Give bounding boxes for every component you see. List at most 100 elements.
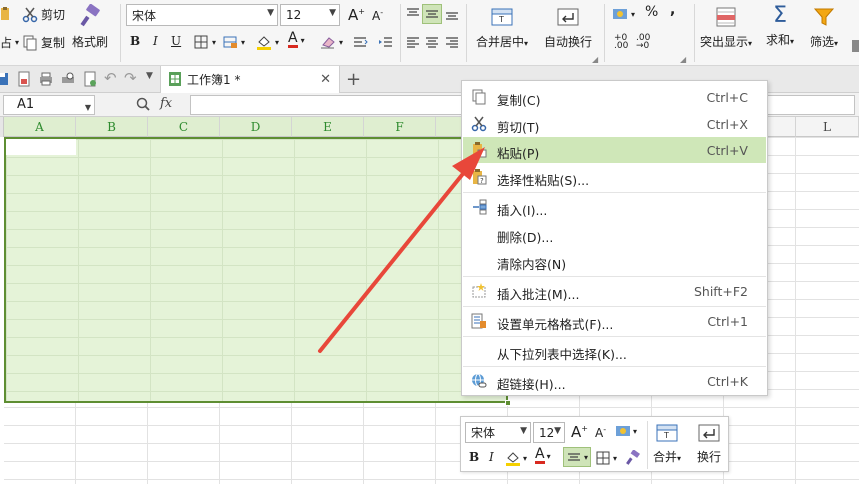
bold-button[interactable]: B [130, 34, 140, 48]
percent-button[interactable]: % [645, 4, 658, 20]
align-top-button[interactable] [405, 6, 421, 22]
cut-button[interactable]: 剪切 [22, 6, 65, 23]
alignment-dialog-launcher[interactable]: ◢ [592, 55, 598, 64]
mini-fill-color-button[interactable]: ▾ [505, 450, 527, 466]
active-cell[interactable] [6, 139, 76, 155]
mini-increase-font-button[interactable]: A+ [571, 423, 588, 441]
menu-item-copy[interactable]: 复制(C) Ctrl+C [463, 84, 766, 110]
document-icon[interactable] [82, 71, 98, 87]
currency-format-button[interactable]: ▾ [612, 6, 635, 22]
print-preview-icon[interactable] [60, 71, 76, 87]
mini-font-name-select[interactable]: 宋体 ▼ [465, 422, 531, 443]
fx-icon[interactable]: fx [160, 96, 172, 111]
menu-item-cut[interactable]: 剪切(T) Ctrl+X [463, 111, 766, 137]
font-color-button[interactable]: A ▾ [288, 30, 305, 48]
clear-format-button[interactable]: ▾ [320, 34, 343, 50]
print-icon[interactable] [38, 71, 54, 87]
menu-item-paste[interactable]: 粘贴(P) Ctrl+V [463, 137, 766, 163]
document-tab[interactable]: 工作簿1 * ✕ [160, 66, 340, 93]
thousands-button[interactable]: , [670, 2, 675, 18]
ribbon-toolbar: 占 ▾ 剪切 复制 格式刷 宋体 ▼ 12 ▼ A+ A- B I U ▾ ▾ … [0, 0, 859, 66]
paste-icon [471, 142, 487, 158]
mini-font-color-button[interactable]: A ▾ [535, 447, 551, 464]
align-left-button[interactable] [405, 34, 421, 50]
menu-item-clear-contents[interactable]: 清除内容(N) [463, 248, 766, 274]
underline-button[interactable]: U [171, 34, 181, 48]
merge-center-button[interactable]: T 合并居中▾ [476, 6, 528, 50]
new-tab-button[interactable]: + [346, 69, 361, 90]
mini-italic-button[interactable]: I [489, 450, 494, 464]
mini-borders-button[interactable]: ▾ [595, 450, 617, 466]
mini-decrease-font-button[interactable]: A- [595, 425, 606, 440]
menu-separator [463, 192, 766, 193]
menu-item-shortcut: Ctrl+K [707, 374, 748, 389]
mini-wrap-button[interactable]: 换行 [697, 422, 721, 465]
format-painter-label: 格式刷 [72, 35, 109, 49]
column-header[interactable]: L [796, 117, 859, 137]
redo-icon[interactable]: ↷ [124, 69, 137, 87]
font-name-select[interactable]: 宋体 ▼ [126, 4, 278, 26]
column-header[interactable]: A [4, 117, 76, 137]
menu-item-label: 插入(I)... [497, 203, 548, 218]
selected-range[interactable] [4, 137, 508, 403]
font-size-select[interactable]: 12 ▼ [280, 4, 340, 26]
align-middle-icon [424, 6, 440, 22]
menu-item-delete[interactable]: 删除(D)... [463, 221, 766, 247]
close-icon[interactable]: ✕ [320, 72, 331, 87]
fill-color-button[interactable]: ▾ [256, 34, 279, 50]
mini-currency-button[interactable]: ▾ [615, 423, 637, 439]
fill-handle[interactable] [505, 400, 511, 406]
column-header[interactable]: F [364, 117, 436, 137]
menu-item-paste-special[interactable]: ? 选择性粘贴(S)... [463, 164, 766, 190]
mini-toolbar: 宋体 ▼ 12 ▼ A+ A- ▾ B I ▾ A ▾ ▾ ▾ T 合并▾ 换行 [460, 416, 729, 472]
number-dialog-launcher[interactable]: ◢ [680, 55, 686, 64]
filter-button[interactable]: 筛选▾ [810, 6, 838, 50]
undo-icon[interactable]: ↶ [104, 69, 117, 87]
mini-bold-button[interactable]: B [469, 450, 479, 464]
column-header[interactable]: D [220, 117, 292, 137]
align-center-button[interactable] [424, 34, 440, 50]
char-spacing-button[interactable] [352, 34, 368, 50]
decrease-font-button[interactable]: A- [372, 8, 383, 23]
borders-button[interactable]: ▾ [193, 34, 216, 50]
paste-button[interactable] [0, 6, 16, 22]
italic-button[interactable]: I [153, 34, 158, 48]
more-ribbon-button[interactable] [852, 38, 859, 54]
export-pdf-icon[interactable] [16, 71, 32, 87]
align-middle-button[interactable] [422, 4, 442, 24]
column-header[interactable]: B [76, 117, 148, 137]
quick-access-menu-icon[interactable]: ▼ [146, 71, 153, 81]
increase-decimal-button[interactable]: +0.00 [614, 34, 628, 51]
zoom-search-icon[interactable] [135, 96, 151, 112]
align-bottom-button[interactable] [444, 6, 460, 22]
menu-item-hyperlink[interactable]: 超链接(H)... Ctrl+K [463, 368, 766, 394]
save-icon[interactable] [0, 71, 10, 87]
decrease-decimal-button[interactable]: .00 →0 [636, 34, 650, 51]
format-painter-button[interactable]: 格式刷 [72, 4, 108, 50]
indent-button[interactable] [378, 34, 394, 50]
cell-style-button[interactable]: ▾ [222, 34, 245, 50]
align-right-button[interactable] [444, 34, 460, 50]
name-box[interactable]: A1 ▼ [3, 95, 95, 115]
increase-font-button[interactable]: A+ [348, 6, 365, 24]
mini-merge-button[interactable]: T 合并▾ [653, 422, 681, 465]
highlight-button[interactable]: 突出显示▾ [700, 6, 752, 50]
font-color-icon: A [288, 30, 298, 48]
align-left-icon [405, 34, 421, 50]
name-box-value: A1 [17, 97, 35, 112]
menu-item-insert-comment[interactable]: 插入批注(M)... Shift+F2 [463, 278, 766, 304]
sum-button[interactable]: Σ 求和▾ [766, 4, 794, 48]
column-header[interactable]: C [148, 117, 220, 137]
column-header[interactable]: E [292, 117, 364, 137]
paste-label[interactable]: 占 ▾ [0, 34, 19, 51]
mini-format-painter-button[interactable] [625, 450, 641, 466]
menu-item-label: 粘贴(P) [497, 146, 540, 161]
mini-align-center-button[interactable]: ▾ [563, 447, 592, 467]
mini-font-size-select[interactable]: 12 ▼ [533, 422, 565, 443]
copy-button[interactable]: 复制 [22, 34, 65, 51]
menu-item-format-cells[interactable]: 设置单元格格式(F)... Ctrl+1 [463, 308, 766, 334]
menu-item-insert[interactable]: 插入(I)... [463, 194, 766, 220]
menu-item-pick-from-list[interactable]: 从下拉列表中选择(K)... [463, 338, 766, 364]
font-name-value: 宋体 [132, 8, 157, 23]
wrap-text-button[interactable]: 自动换行 [544, 6, 592, 50]
